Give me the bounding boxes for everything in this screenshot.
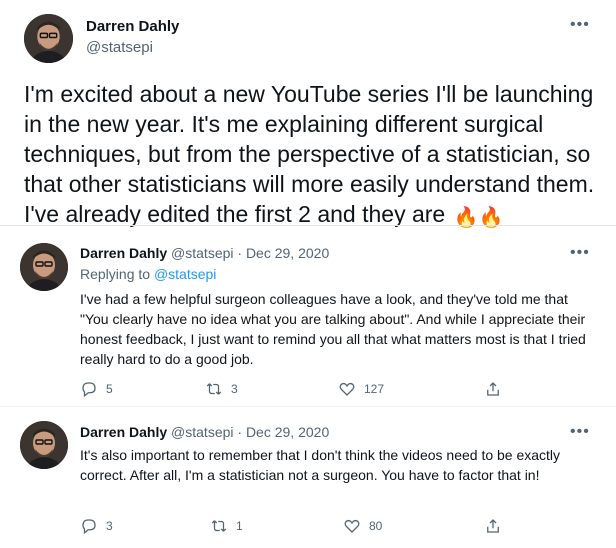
share-icon	[484, 517, 502, 535]
retweet-count: 3	[231, 382, 238, 396]
reply-text: It's also important to remember that I d…	[80, 447, 561, 483]
like-count: 80	[369, 519, 383, 533]
retweet-icon	[210, 517, 228, 535]
reply-icon	[80, 517, 98, 535]
more-horizontal-icon[interactable]: •••	[570, 424, 590, 440]
reply-header: Darren Dahly @statsepi · Dec 29, 2020	[80, 245, 329, 261]
tweet-text: I'm excited about a new YouTube series I…	[24, 79, 599, 233]
more-horizontal-icon[interactable]: •••	[570, 17, 590, 33]
reply-button[interactable]: 5	[80, 380, 113, 398]
replying-label: Replying to	[80, 266, 151, 282]
like-button[interactable]: 80	[343, 517, 382, 535]
reply-meta[interactable]: @statsepi · Dec 29, 2020	[171, 245, 329, 261]
divider	[0, 225, 616, 226]
fire-emoji: 🔥🔥	[453, 207, 504, 229]
reply-count: 5	[106, 382, 113, 396]
retweet-count: 1	[236, 519, 243, 533]
tweet-body: I'm excited about a new YouTube series I…	[24, 81, 595, 227]
retweet-button[interactable]: 1	[210, 517, 243, 535]
reply-text: I've had a few helpful surgeon colleague…	[80, 291, 586, 367]
reply-header: Darren Dahly @statsepi · Dec 29, 2020	[80, 424, 329, 440]
more-horizontal-icon[interactable]: •••	[570, 245, 590, 261]
author-handle[interactable]: @statsepi	[86, 39, 153, 56]
share-icon	[484, 380, 502, 398]
share-button[interactable]	[484, 380, 502, 398]
reply-avatar[interactable]	[20, 421, 68, 469]
divider	[0, 406, 616, 407]
retweet-icon	[205, 380, 223, 398]
replying-handle-link[interactable]: @statsepi	[154, 266, 216, 282]
reply-avatar[interactable]	[20, 243, 68, 291]
main-avatar[interactable]	[24, 14, 73, 63]
heart-icon	[343, 517, 361, 535]
replying-to: Replying to @statsepi	[80, 266, 216, 282]
reply-author-name[interactable]: Darren Dahly	[80, 245, 167, 261]
author-name[interactable]: Darren Dahly	[86, 18, 179, 35]
reply-meta[interactable]: @statsepi · Dec 29, 2020	[171, 424, 329, 440]
reply-count: 3	[106, 519, 113, 533]
like-button[interactable]: 127	[338, 380, 384, 398]
reply-icon	[80, 380, 98, 398]
reply-author-name[interactable]: Darren Dahly	[80, 424, 167, 440]
share-button[interactable]	[484, 517, 502, 535]
reply-button[interactable]: 3	[80, 517, 113, 535]
like-count: 127	[364, 382, 385, 396]
retweet-button[interactable]: 3	[205, 380, 238, 398]
heart-icon	[338, 380, 356, 398]
